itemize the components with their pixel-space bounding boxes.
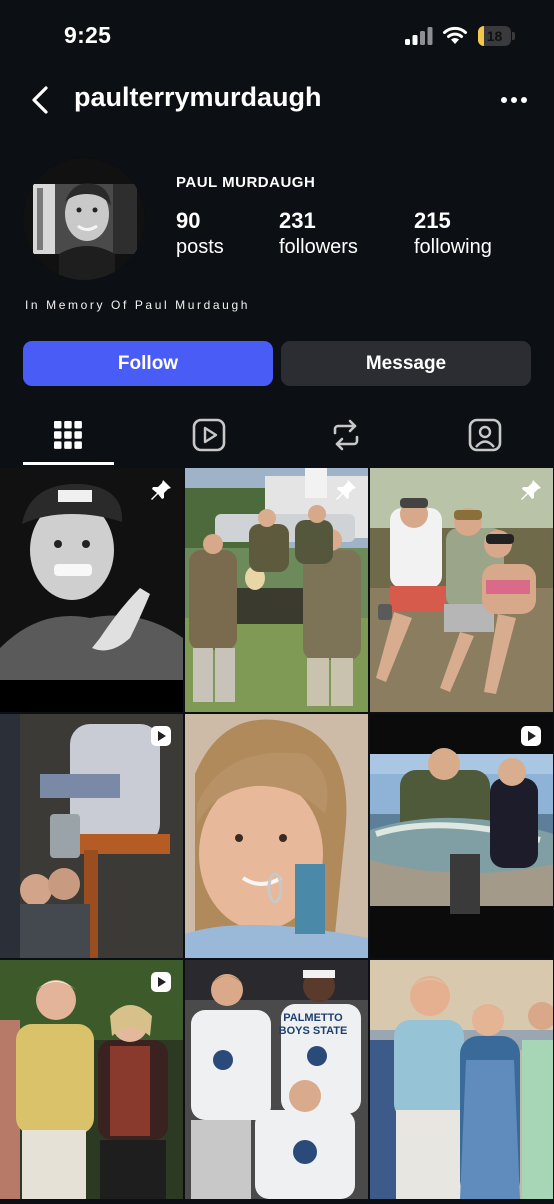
post-thumbnail[interactable]	[0, 960, 183, 1204]
followers-count-label: followers	[279, 236, 358, 258]
tab-posts-grid[interactable]	[23, 410, 113, 464]
reel-icon	[151, 726, 171, 746]
tab-tagged[interactable]	[438, 410, 528, 464]
status-time: 9:25	[64, 22, 112, 48]
back-button[interactable]	[24, 80, 58, 120]
profile-avatar[interactable]	[23, 158, 145, 280]
reposts-icon	[333, 419, 359, 451]
reel-icon	[521, 726, 541, 746]
reels-icon	[192, 418, 226, 452]
post-thumbnail[interactable]	[185, 714, 368, 958]
status-bar: 9:25 18	[0, 0, 554, 70]
pin-icon	[521, 480, 541, 500]
posts-count-label: posts	[176, 236, 224, 258]
cellular-signal-icon	[405, 27, 433, 45]
active-tab-indicator	[23, 462, 114, 465]
post-thumbnail[interactable]	[370, 468, 553, 712]
profile-tabs	[0, 410, 554, 466]
tagged-icon	[468, 418, 502, 452]
battery-icon: 18	[478, 26, 516, 46]
grid-icon	[54, 421, 82, 449]
posts-grid: PALMETTO BOYS STATE	[0, 468, 554, 1199]
post-thumbnail[interactable]	[0, 714, 183, 958]
followers-count-value: 231	[279, 208, 316, 233]
profile-header: paulterrymurdaugh	[0, 72, 554, 128]
following-count[interactable]: 215 following	[414, 208, 492, 259]
profile-bio: In Memory Of Paul Murdaugh	[25, 298, 251, 312]
follow-button[interactable]: Follow	[23, 341, 273, 386]
more-options-icon[interactable]	[496, 88, 532, 112]
post-thumbnail[interactable]	[370, 714, 553, 958]
post-thumbnail[interactable]: PALMETTO BOYS STATE	[185, 960, 368, 1204]
post-image-text: PALMETTO BOYS STATE	[278, 1012, 348, 1037]
wifi-icon	[443, 26, 467, 44]
battery-percent: 18	[486, 28, 503, 44]
pin-icon	[336, 480, 356, 500]
profile-username: paulterrymurdaugh	[74, 82, 322, 112]
post-thumbnail[interactable]	[0, 468, 183, 712]
reel-icon	[151, 972, 171, 992]
post-thumbnail[interactable]	[185, 468, 368, 712]
tab-reposts[interactable]	[299, 410, 389, 464]
message-button[interactable]: Message	[281, 341, 531, 386]
pin-icon	[151, 480, 171, 500]
posts-count[interactable]: 90 posts	[176, 208, 224, 259]
post-thumbnail[interactable]	[370, 960, 553, 1204]
followers-count[interactable]: 231 followers	[279, 208, 358, 259]
posts-count-value: 90	[176, 208, 201, 233]
tab-reels[interactable]	[162, 410, 252, 464]
profile-display-name: PAUL MURDAUGH	[176, 174, 316, 191]
following-count-value: 215	[414, 208, 451, 233]
following-count-label: following	[414, 236, 492, 258]
